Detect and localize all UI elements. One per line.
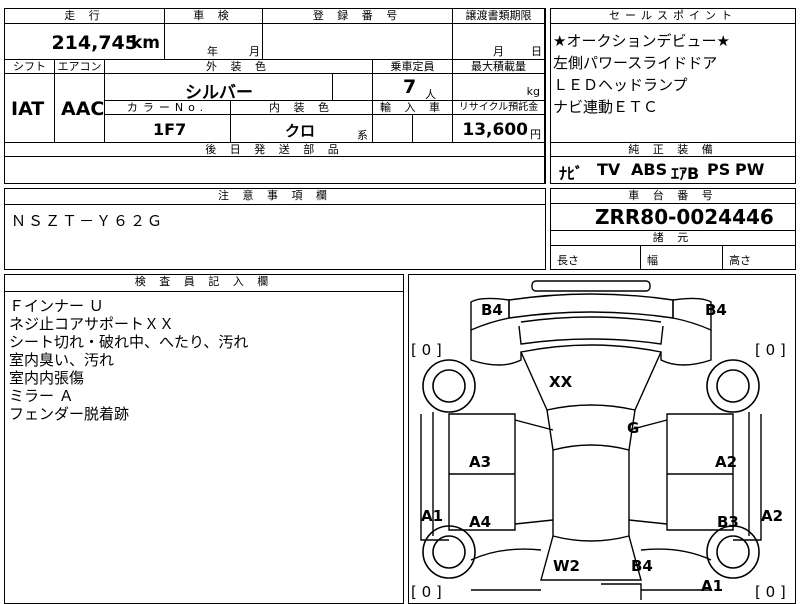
- inspector-header: 検 査 員 記 入 欄: [5, 275, 403, 292]
- width-label: 幅: [647, 254, 658, 267]
- aircon-value: AAC: [61, 98, 105, 120]
- equipment-item: PW: [735, 160, 765, 179]
- height-label: 高さ: [729, 254, 751, 267]
- chassis-number: ZRR80-0024446: [595, 205, 774, 229]
- damage-mark: G: [627, 419, 640, 437]
- car-damage-diagram: [420, 280, 762, 600]
- damage-mark: XX: [549, 373, 573, 391]
- damage-mark: B3: [717, 513, 739, 531]
- chassis-header: 車 台 番 号: [551, 189, 795, 204]
- sales-point-line: ★オークションデビュー★: [553, 32, 730, 50]
- registration-header: 登 録 番 号: [263, 9, 453, 24]
- inspection-year-unit: 年: [207, 45, 218, 58]
- tire-depth-right-front: [ 0 ]: [755, 341, 786, 359]
- color-no-value: 1F7: [153, 120, 187, 139]
- damage-mark: A4: [469, 513, 492, 531]
- sales-point-line: 左側パワースライドドア: [553, 54, 718, 72]
- exterior-color-header: 外 装 色: [105, 60, 373, 74]
- damage-mark: B4: [481, 301, 503, 319]
- tire-depth-left-rear: [ 0 ]: [411, 583, 442, 601]
- transfer-day-unit: 日: [531, 45, 542, 58]
- transfer-month-unit: 月: [493, 45, 504, 58]
- later-parts-cell: [5, 157, 545, 183]
- import-cell-a: [373, 115, 413, 143]
- inspection-month-unit: 月: [249, 45, 260, 58]
- shift-header: シフト: [5, 60, 55, 74]
- damage-mark: A1: [421, 507, 444, 525]
- recycle-header: リサイクル預託金: [453, 101, 545, 115]
- exterior-color-value: シルバー: [185, 83, 253, 101]
- damage-mark: A2: [761, 507, 784, 525]
- recycle-value: 13,600: [462, 120, 528, 140]
- inspection-header: 車 検: [165, 9, 263, 24]
- color-no-cell: 1F7: [105, 115, 231, 143]
- import-header: 輸 入 車: [373, 101, 453, 115]
- inspector-line: フェンダー脱着跡: [9, 405, 130, 423]
- aircon-cell: AAC: [55, 74, 105, 143]
- later-parts-header: 後 日 発 送 部 品: [5, 143, 545, 157]
- shift-cell: IAT: [5, 74, 55, 143]
- exterior-color-extra-cell: [333, 74, 373, 101]
- mileage-header: 走 行: [5, 9, 165, 24]
- length-cell: 長さ: [551, 246, 641, 269]
- max-load-unit: kg: [526, 85, 540, 98]
- sales-points-header: セールスポイント: [551, 9, 795, 24]
- interior-color-cell: クロ 系: [231, 115, 373, 143]
- notes-header: 注 意 事 項 欄: [5, 189, 545, 205]
- equipment-item: PS: [707, 160, 731, 179]
- damage-mark: B4: [631, 557, 653, 575]
- aircon-header: エアコン: [55, 60, 105, 74]
- import-cell-b: [413, 115, 453, 143]
- inspection-cell: 年 月: [165, 24, 263, 60]
- max-load-cell: kg: [453, 74, 545, 101]
- exterior-color-cell: シルバー: [105, 74, 333, 101]
- notes-box: 注 意 事 項 欄 ＮＳＺＴ－Ｙ６２Ｇ: [4, 188, 546, 270]
- vehicle-info-table: 走 行 車 検 登 録 番 号 譲渡書類期限 214,745 km 年 月 月 …: [4, 8, 546, 184]
- mileage-unit: km: [130, 33, 160, 53]
- tire-depth-left-front: [ 0 ]: [411, 341, 442, 359]
- sales-point-line: ＬＥＤヘッドランプ: [553, 76, 688, 94]
- damage-diagram-box: [ 0 ] [ 0 ] [ 0 ] [ 0 ] B4 B4 XX G A3 A2…: [408, 274, 796, 604]
- inspector-box: 検 査 員 記 入 欄 Ｆインナー Ｕ ネジ止コアサポートＸＸ シート切れ・破れ…: [4, 274, 404, 604]
- damage-mark: A2: [715, 453, 738, 471]
- interior-color-value: クロ: [285, 122, 316, 140]
- equipment-item: TV: [597, 160, 621, 179]
- tire-depth-right-rear: [ 0 ]: [755, 583, 786, 601]
- interior-color-header: 内 装 色: [231, 101, 373, 115]
- transfer-deadline-cell: 月 日: [453, 24, 545, 60]
- equipment-item: ABS: [631, 160, 668, 179]
- width-cell: 幅: [641, 246, 723, 269]
- transfer-deadline-header: 譲渡書類期限: [453, 9, 545, 24]
- recycle-unit: 円: [530, 128, 541, 141]
- height-cell: 高さ: [723, 246, 795, 269]
- equipment-box: 純 正 装 備 ﾅﾋﾞ TV ABS ｴｱB PS PW: [550, 142, 796, 184]
- chassis-box: 車 台 番 号 ZRR80-0024446 諸 元 長さ 幅 高さ: [550, 188, 796, 270]
- chassis-value-cell: ZRR80-0024446: [551, 204, 795, 231]
- registration-cell: [263, 24, 453, 60]
- interior-color-unit: 系: [357, 129, 368, 142]
- equipment-item: ﾅﾋﾞ: [559, 164, 584, 183]
- capacity-unit: 人: [425, 88, 436, 101]
- recycle-cell: 13,600 円: [453, 115, 545, 143]
- damage-mark: B4: [705, 301, 727, 319]
- mileage-value: 214,745: [51, 32, 138, 54]
- length-label: 長さ: [557, 254, 579, 267]
- capacity-cell: 7 人: [373, 74, 453, 101]
- damage-mark: A3: [469, 453, 492, 471]
- equipment-header: 純 正 装 備: [551, 143, 795, 157]
- color-no-header: カラーNo.: [105, 101, 231, 115]
- damage-mark: W2: [553, 557, 580, 575]
- mileage-cell: 214,745 km: [5, 24, 165, 60]
- capacity-header: 乗車定員: [373, 60, 453, 74]
- capacity-value: 7: [403, 76, 417, 98]
- sales-point-line: ナビ連動ＥＴＣ: [553, 98, 659, 116]
- max-load-header: 最大積載量: [453, 60, 545, 74]
- notes-value: ＮＳＺＴ－Ｙ６２Ｇ: [11, 212, 165, 230]
- damage-mark: A1: [701, 577, 724, 595]
- equipment-item: ｴｱB: [671, 164, 700, 183]
- dims-header: 諸 元: [551, 231, 795, 246]
- shift-value: IAT: [11, 98, 45, 120]
- sales-points-box: セールスポイント ★オークションデビュー★ 左側パワースライドドア ＬＥＤヘッド…: [550, 8, 796, 150]
